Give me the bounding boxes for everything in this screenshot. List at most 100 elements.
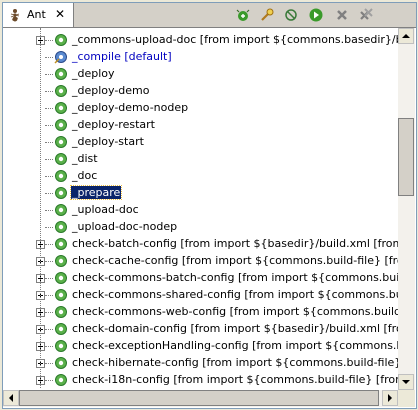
tree-row[interactable]: _doc bbox=[3, 168, 398, 185]
target-icon bbox=[54, 356, 68, 373]
tree-row[interactable]: _commons-upload-doc [from import ${commo… bbox=[3, 32, 398, 49]
tree-row[interactable]: check-commons-batch-config [from import … bbox=[3, 270, 398, 287]
target-label: _deploy-restart bbox=[72, 118, 155, 131]
target-icon bbox=[54, 271, 68, 288]
tree-row[interactable]: _deploy-demo bbox=[3, 83, 398, 100]
tree-row[interactable]: _upload-doc-nodep bbox=[3, 219, 398, 236]
tree-row[interactable]: _deploy bbox=[3, 66, 398, 83]
target-label: _dist bbox=[72, 152, 98, 165]
target-label: _doc bbox=[72, 169, 98, 182]
tree-row[interactable]: _upload-doc bbox=[3, 202, 398, 219]
target-icon bbox=[54, 67, 68, 84]
close-icon[interactable]: ✕ bbox=[55, 7, 65, 21]
scroll-down-button[interactable] bbox=[398, 374, 414, 390]
target-label: check-exceptionHandling-config [from imp… bbox=[72, 339, 398, 352]
tree-connector bbox=[45, 329, 53, 330]
add-buildfile-icon[interactable] bbox=[235, 7, 251, 23]
tree-connector bbox=[45, 74, 53, 75]
tree-connector bbox=[45, 125, 53, 126]
target-icon bbox=[54, 101, 68, 118]
ant-view: Ant ✕ _commons-upload-doc [from import $… bbox=[2, 2, 417, 409]
tree-row[interactable]: check-cache-config [from import ${common… bbox=[3, 253, 398, 270]
tree-connector bbox=[45, 108, 53, 109]
target-icon bbox=[54, 118, 68, 135]
target-label: _compile [default] bbox=[72, 50, 172, 63]
tree-row[interactable]: check-exceptionHandling-config [from imp… bbox=[3, 338, 398, 355]
target-label: check-hibernate-config [from import ${co… bbox=[72, 356, 398, 369]
scroll-up-button[interactable] bbox=[398, 28, 414, 44]
target-icon bbox=[54, 220, 68, 237]
tree-connector bbox=[45, 91, 53, 92]
tree-row[interactable]: _deploy-restart bbox=[3, 117, 398, 134]
tree-row[interactable]: check-batch-config [from import ${basedi… bbox=[3, 236, 398, 253]
target-icon bbox=[54, 169, 68, 186]
horizontal-scroll-thumb[interactable] bbox=[19, 390, 379, 406]
target-label: check-domain-config [from import ${based… bbox=[72, 322, 398, 335]
tree-connector bbox=[45, 312, 53, 313]
ant-icon bbox=[8, 8, 22, 25]
filter-icon[interactable] bbox=[283, 7, 299, 23]
tree-row[interactable]: _deploy-demo-nodep bbox=[3, 100, 398, 117]
scroll-right-button[interactable] bbox=[382, 390, 398, 406]
view-titlebar: Ant ✕ bbox=[3, 3, 416, 28]
tree-row[interactable]: _compile [default] bbox=[3, 49, 398, 66]
target-label: check-cache-config [from import ${common… bbox=[72, 254, 398, 267]
vertical-scroll-thumb[interactable] bbox=[398, 118, 414, 196]
target-icon bbox=[54, 203, 68, 220]
tree-row[interactable]: check-domain-config [from import ${based… bbox=[3, 321, 398, 338]
tree-connector bbox=[45, 227, 53, 228]
tree-connector bbox=[45, 57, 53, 58]
tree-row[interactable]: _deploy-start bbox=[3, 134, 398, 151]
target-label: check-batch-config [from import ${basedi… bbox=[72, 237, 398, 250]
scroll-left-button[interactable] bbox=[3, 390, 19, 406]
tree-row[interactable]: check-commons-web-config [from import ${… bbox=[3, 304, 398, 321]
horizontal-scrollbar[interactable] bbox=[3, 390, 398, 407]
target-icon bbox=[54, 135, 68, 152]
target-label: check-commons-shared-config [from import… bbox=[72, 288, 398, 301]
run-icon[interactable] bbox=[308, 7, 324, 23]
target-label: _upload-doc-nodep bbox=[72, 220, 178, 233]
target-label: _deploy-demo-nodep bbox=[72, 101, 189, 114]
target-label: _commons-upload-doc [from import ${commo… bbox=[72, 33, 398, 46]
tree-connector bbox=[45, 176, 53, 177]
tree-connector bbox=[45, 380, 53, 381]
tree-connector bbox=[45, 295, 53, 296]
target-icon bbox=[54, 339, 68, 356]
target-label: check-i18n-config [from import ${commons… bbox=[72, 373, 398, 386]
tab-ant-label: Ant bbox=[27, 8, 46, 21]
target-icon bbox=[54, 237, 68, 254]
tree-row[interactable]: check-hibernate-config [from import ${co… bbox=[3, 355, 398, 372]
target-icon bbox=[54, 305, 68, 322]
tree-connector bbox=[45, 159, 53, 160]
tree-connector bbox=[45, 193, 53, 194]
remove-icon[interactable] bbox=[334, 7, 350, 23]
tree-connector bbox=[45, 261, 53, 262]
target-label: check-commons-batch-config [from import … bbox=[72, 271, 398, 284]
tree-row[interactable]: _dist bbox=[3, 151, 398, 168]
tab-ant[interactable]: Ant ✕ bbox=[3, 3, 74, 27]
vertical-scrollbar[interactable] bbox=[398, 28, 415, 390]
tree-row[interactable]: check-commons-shared-config [from import… bbox=[3, 287, 398, 304]
target-label: _deploy bbox=[72, 67, 115, 80]
tree-row[interactable]: _prepare bbox=[3, 185, 398, 202]
target-icon bbox=[54, 288, 68, 305]
tree-guide-line bbox=[40, 28, 41, 388]
scrollbar-corner bbox=[398, 390, 415, 407]
search-buildfile-icon[interactable] bbox=[259, 7, 275, 23]
remove-all-icon[interactable] bbox=[358, 7, 374, 23]
target-icon bbox=[54, 152, 68, 169]
ant-targets-tree[interactable]: _commons-upload-doc [from import ${commo… bbox=[3, 28, 398, 388]
target-icon bbox=[54, 186, 68, 203]
tree-row[interactable]: check-i18n-config [from import ${commons… bbox=[3, 372, 398, 388]
target-label: _upload-doc bbox=[72, 203, 139, 216]
default-target-icon bbox=[54, 50, 68, 67]
target-icon bbox=[54, 373, 68, 388]
tree-connector bbox=[45, 278, 53, 279]
tree-connector bbox=[45, 244, 53, 245]
target-icon bbox=[54, 84, 68, 101]
target-icon bbox=[54, 33, 68, 50]
target-label: check-commons-web-config [from import ${… bbox=[72, 305, 398, 318]
tree-connector bbox=[45, 142, 53, 143]
tree-connector bbox=[45, 40, 53, 41]
tree-connector bbox=[45, 346, 53, 347]
